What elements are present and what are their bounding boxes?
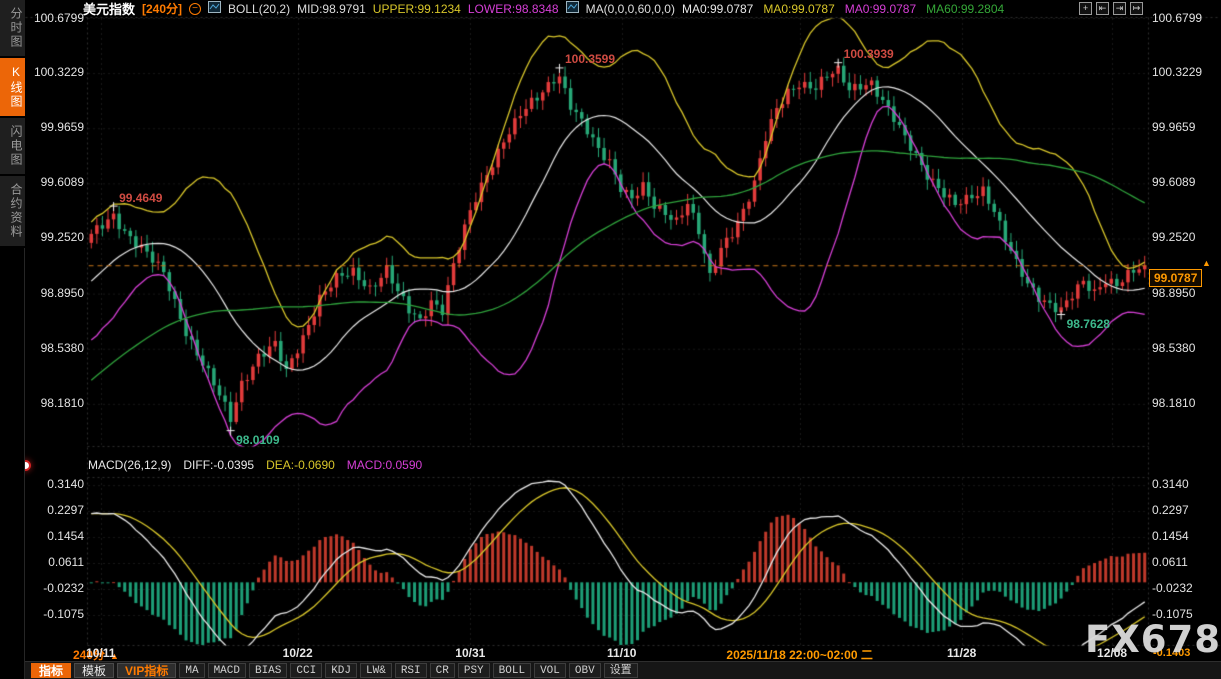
ma-label: MA(0,0,0,60,0,0) [586,2,675,16]
boll-indicator-icon [208,1,221,16]
macd-macd-value: MACD:0.0590 [347,458,422,472]
date-label: 10/11 [86,646,115,660]
axis-tick-label: 99.6089 [28,175,84,189]
macd-legend: MACD(26,12,9) DIFF:-0.0395 DEA:-0.0690 M… [88,458,422,472]
scroll-left-icon[interactable]: ⇤ [1096,2,1109,15]
window-controls: + ⇤ ⇥ ↦ [1079,2,1143,15]
toolbar-button[interactable]: LW& [360,663,392,678]
boll-mid-value: MID:98.9791 [297,2,366,16]
axis-tick-label: 0.3140 [28,477,84,491]
axis-tick-label: 0.2297 [1152,503,1218,517]
toolbar-button[interactable]: KDJ [325,663,357,678]
price-marker-label: 99.4649 [119,191,162,205]
axis-tick-label: 0.0611 [28,555,84,569]
toolbar-button[interactable]: MA [179,663,204,678]
axis-tick-label: 98.8950 [1152,286,1218,300]
toolbar-button[interactable]: 指标 [31,663,71,678]
symbol-name: 美元指数 [83,0,135,18]
sidebar-tab[interactable]: 合约资料 [0,176,25,248]
price-marker-label: 98.7628 [1067,317,1110,331]
axis-tick-label: 100.3229 [1152,65,1218,79]
crosshair-icon[interactable]: + [1079,2,1092,15]
toolbar-button[interactable]: 设置 [604,663,638,678]
axis-tick-label: 99.2520 [1152,230,1218,244]
axis-tick-label: -0.0232 [28,581,84,595]
axis-tick-label: 98.8950 [28,286,84,300]
axis-tick-label: 0.2297 [28,503,84,517]
ma-value: MA60:99.2804 [926,2,1004,16]
ma-values: MA0:99.0787 MA0:99.0787 MA0:99.0787 MA60:99… [682,2,1004,16]
bottom-toolbar: 指标模板VIP指标MA MACDBIASCCIKDJLW&RSICRPSYBOLL… [25,661,1221,679]
axis-tick-label: -0.0232 [1152,581,1218,595]
chart-header: 美元指数 [240分] − BOLL(20,2) MID:98.9791 UPP… [25,0,1221,17]
axis-tick-label: 99.9659 [1152,120,1218,134]
toolbar-button[interactable]: VOL [534,663,566,678]
date-label: 10/22 [283,646,313,660]
toolbar-button[interactable]: 模板 [74,663,114,678]
boll-lower-value: LOWER:98.8348 [468,2,559,16]
toolbar-button[interactable]: CCI [290,663,322,678]
scroll-right-icon[interactable]: ⇥ [1113,2,1126,15]
axis-tick-label: 100.3229 [28,65,84,79]
axis-tick-label: 98.1810 [1152,396,1218,410]
ma-indicator-icon [566,1,579,16]
collapse-icon[interactable]: − [189,3,201,15]
toolbar-button[interactable]: VIP指标 [117,663,176,678]
toolbar-button[interactable]: BIAS [249,663,287,678]
axis-tick-label: 0.0611 [1152,555,1218,569]
date-label: 11/10 [607,646,636,660]
axis-tick-label: 98.5380 [28,341,84,355]
macd-dea-value: DEA:-0.0690 [266,458,335,472]
toolbar-button[interactable]: MACD [208,663,246,678]
sidebar-tab[interactable]: 闪电图 [0,118,25,176]
shift-right-icon[interactable]: ↦ [1130,2,1143,15]
chart-canvas[interactable] [0,0,1221,679]
axis-tick-label: 0.3140 [1152,477,1218,491]
last-price-arrow-icon: ▲ [1202,258,1211,268]
ma-value: MA0:99.0787 [845,2,916,16]
axis-tick-label: 98.5380 [1152,341,1218,355]
boll-label: BOLL(20,2) [228,2,290,16]
macd-name: MACD(26,12,9) [88,458,171,472]
ma-value: MA0:99.0787 [763,2,834,16]
axis-tick-label: 99.9659 [28,120,84,134]
toolbar-button[interactable]: PSY [458,663,490,678]
left-sidebar: 分时图K线图闪电图合约资料 [0,0,25,679]
date-label: 11/28 [947,646,976,660]
axis-tick-label: 98.1810 [28,396,84,410]
x-axis: 240分▲ 10/1110/2210/3111/102025/11/18 22:… [0,645,1221,661]
watermark: FX678 [1085,618,1221,661]
price-marker-label: 100.3599 [565,52,615,66]
sidebar-tab[interactable]: 分时图 [0,0,25,58]
last-price-box: 99.0787 [1149,269,1202,287]
boll-upper-value: UPPER:99.1234 [373,2,461,16]
trading-app: 分时图K线图闪电图合约资料 美元指数 [240分] − BOLL(20,2) M… [0,0,1221,679]
sidebar-tab[interactable]: K线图 [0,58,25,118]
date-label: 10/31 [455,646,485,660]
axis-tick-label: 99.2520 [28,230,84,244]
period-badge: [240分] [142,0,182,17]
axis-tick-label: -0.1075 [28,607,84,621]
axis-tick-label: 0.1454 [28,529,84,543]
toolbar-button[interactable]: RSI [395,663,427,678]
ma-value: MA0:99.0787 [682,2,753,16]
axis-tick-label: 99.6089 [1152,175,1218,189]
toolbar-button[interactable]: OBV [569,663,601,678]
price-marker-label: 98.0109 [236,433,279,447]
toolbar-button[interactable]: BOLL [493,663,531,678]
price-marker-label: 100.3939 [844,47,894,61]
toolbar-button[interactable]: CR [430,663,455,678]
macd-diff-value: DIFF:-0.0395 [183,458,254,472]
axis-tick-label: 0.1454 [1152,529,1218,543]
